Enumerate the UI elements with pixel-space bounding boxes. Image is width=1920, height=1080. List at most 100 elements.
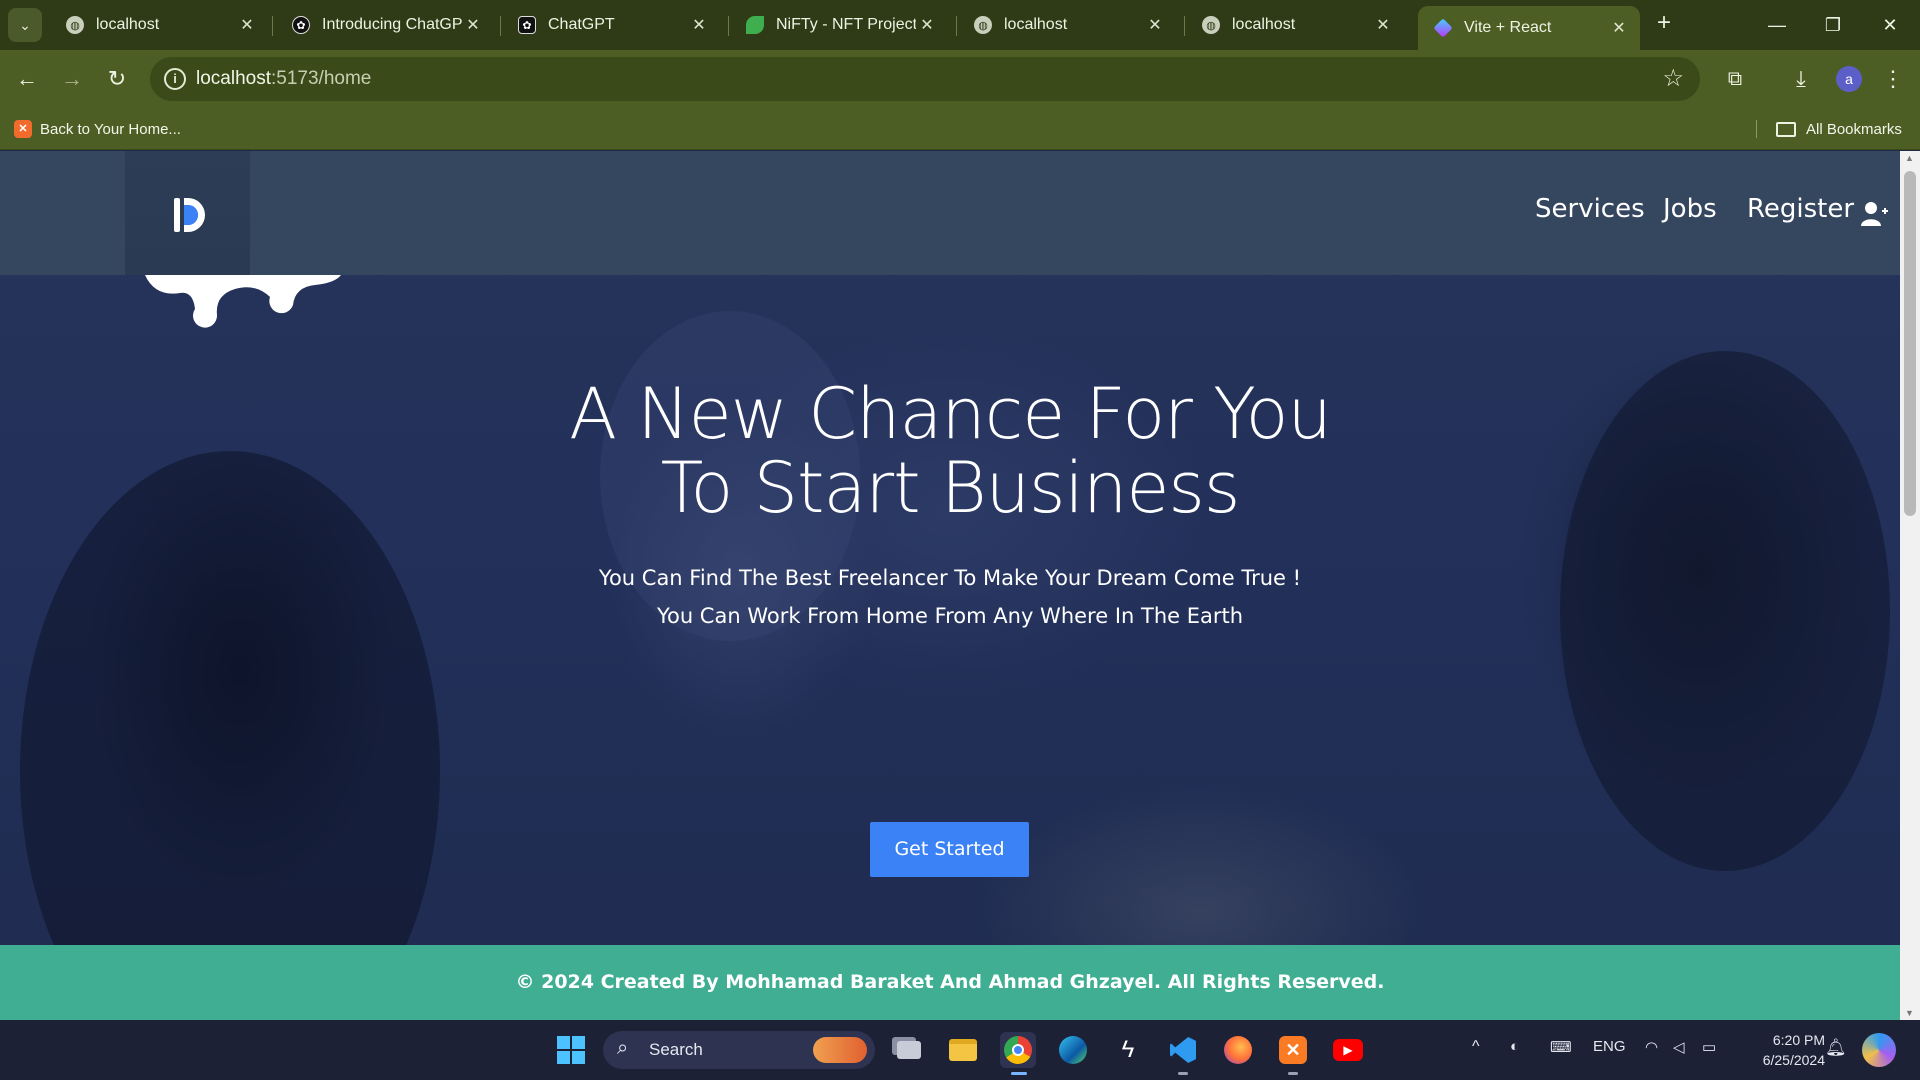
battery-icon[interactable]: ▭ [1702, 1038, 1716, 1056]
person-silhouette-right [1560, 351, 1890, 871]
lightning-icon: ϟ [1121, 1036, 1135, 1063]
cursor-app-taskbar-button[interactable]: ϟ [1110, 1032, 1146, 1068]
plus-icon: + [1656, 9, 1671, 36]
site-footer: © 2024 Created By Mohhamad Baraket And A… [0, 945, 1900, 1020]
youtube-icon: ▶ [1333, 1039, 1363, 1061]
site-info-icon[interactable]: i [164, 68, 186, 90]
tab-localhost-2[interactable]: ◍ localhost ✕ [958, 6, 1176, 44]
firefox-taskbar-button[interactable] [1220, 1032, 1256, 1068]
globe-icon: ◍ [66, 16, 84, 34]
scrollbar-thumb[interactable] [1904, 171, 1916, 516]
edge-taskbar-button[interactable] [1055, 1032, 1091, 1068]
notification-bell-icon[interactable]: 🔔︎ [1825, 1038, 1847, 1058]
start-button[interactable] [553, 1032, 589, 1068]
vscode-icon [1170, 1037, 1196, 1063]
task-view-button[interactable] [891, 1032, 927, 1068]
tab-localhost-1[interactable]: ◍ localhost ✕ [50, 6, 268, 44]
profile-avatar[interactable]: a [1836, 66, 1862, 92]
vscode-taskbar-button[interactable] [1165, 1032, 1201, 1068]
openai-icon: ✿ [518, 16, 536, 34]
taskbar-search-box[interactable]: ⌕ Search [603, 1031, 875, 1069]
scroll-up-icon[interactable]: ▲ [1905, 153, 1914, 163]
file-explorer-button[interactable] [945, 1032, 981, 1068]
extensions-button[interactable]: ⧉ [1718, 62, 1752, 96]
search-highlight-art [813, 1037, 867, 1063]
tab-introducing-chatgpt[interactable]: ✿ Introducing ChatGPT ✕ [276, 6, 494, 44]
nav-services-link[interactable]: Services [1535, 194, 1645, 224]
search-icon: ⌕ [617, 1037, 629, 1059]
chrome-icon [1004, 1036, 1032, 1064]
close-icon[interactable]: ✕ [462, 15, 484, 35]
tab-title: localhost [1232, 16, 1296, 33]
address-bar[interactable]: i localhost:5173/home ☆ [150, 57, 1700, 101]
hero-subtitle-line-2: You Can Work From Home From Any Where In… [656, 604, 1244, 628]
browser-menu-button[interactable]: ⋮ [1876, 62, 1910, 96]
reload-button[interactable]: ↻ [100, 62, 134, 96]
close-icon[interactable]: ✕ [236, 15, 258, 35]
close-icon[interactable]: ✕ [688, 15, 710, 35]
arrow-left-icon: ← [16, 66, 38, 91]
restore-button[interactable]: ❐ [1813, 8, 1853, 42]
wifi-icon[interactable]: ◠ [1645, 1038, 1658, 1056]
tab-localhost-3[interactable]: ◍ localhost ✕ [1186, 6, 1404, 44]
copilot-taskbar-icon[interactable] [1862, 1033, 1896, 1067]
close-icon[interactable]: ✕ [1608, 18, 1630, 38]
forward-button[interactable]: → [55, 62, 89, 96]
person-silhouette-left [20, 451, 440, 1020]
tab-divider [956, 16, 957, 36]
reload-icon: ↻ [107, 66, 127, 91]
task-view-icon [897, 1041, 921, 1059]
taskbar-search-label: Search [649, 1040, 703, 1059]
bookmark-label: Back to Your Home... [40, 120, 181, 138]
chrome-taskbar-button[interactable] [1000, 1032, 1036, 1068]
restore-icon: ❐ [1824, 15, 1842, 35]
volume-icon[interactable]: ◁ [1673, 1038, 1685, 1056]
scroll-down-icon[interactable]: ▼ [1905, 1008, 1914, 1018]
url-host: localhost [196, 68, 271, 89]
nav-register-link[interactable]: Register [1747, 194, 1854, 224]
footer-copyright: © 2024 Created By Mohhamad Baraket And A… [515, 971, 1385, 993]
close-icon[interactable]: ✕ [916, 15, 938, 35]
all-bookmarks-label: All Bookmarks [1806, 120, 1902, 138]
page-scrollbar[interactable]: ▲ ▼ [1900, 151, 1920, 1020]
tab-search-button[interactable]: ⌄ [8, 8, 42, 42]
nav-jobs-link[interactable]: Jobs [1663, 194, 1717, 224]
windows-taskbar: ⌕ Search ϟ ✕ ▶ ^ ◐ ⌨ ENG ◠ ◁ ▭ 6:20 PM 6… [0, 1020, 1920, 1080]
copilot-tray-icon[interactable]: ◐ [1510, 1038, 1519, 1055]
xampp-taskbar-button[interactable]: ✕ [1275, 1032, 1311, 1068]
globe-icon: ◍ [974, 16, 992, 34]
new-tab-button[interactable]: + [1650, 10, 1678, 38]
bookmark-back-home[interactable]: ✕ Back to Your Home... [14, 117, 181, 141]
clock-date: 6/25/2024 [1762, 1052, 1825, 1068]
tab-vite-react[interactable]: Vite + React ✕ [1418, 6, 1640, 50]
all-bookmarks-button[interactable]: All Bookmarks [1776, 117, 1902, 141]
bookmark-star-icon[interactable]: ☆ [1662, 64, 1684, 93]
xampp-icon: ✕ [1279, 1036, 1307, 1064]
back-button[interactable]: ← [10, 62, 44, 96]
chevron-up-icon[interactable]: ^ [1472, 1038, 1480, 1056]
close-icon[interactable]: ✕ [1372, 15, 1394, 35]
downloads-button[interactable]: ⤓ [1784, 62, 1818, 96]
running-app-indicator [1288, 1072, 1298, 1075]
user-plus-icon[interactable] [1861, 201, 1889, 227]
tab-divider [728, 16, 729, 36]
url-path: :5173/home [271, 68, 372, 89]
keyboard-icon[interactable]: ⌨ [1550, 1038, 1572, 1056]
tab-chatgpt[interactable]: ✿ ChatGPT ✕ [502, 6, 720, 44]
close-window-button[interactable]: ✕ [1870, 8, 1910, 42]
youtube-taskbar-button[interactable]: ▶ [1330, 1032, 1366, 1068]
tab-divider [1184, 16, 1185, 36]
tab-title: NiFTy - NFT Project & [776, 16, 916, 33]
minimize-button[interactable]: — [1757, 8, 1797, 42]
address-url[interactable]: localhost:5173/home [196, 68, 371, 90]
close-icon[interactable]: ✕ [1144, 15, 1166, 35]
download-icon: ⤓ [1796, 66, 1806, 91]
site-logo-icon[interactable] [171, 195, 205, 235]
language-indicator[interactable]: ENG [1593, 1038, 1626, 1055]
get-started-button[interactable]: Get Started [870, 822, 1029, 877]
hero-title-line-1: A New Chance For You [569, 373, 1332, 455]
folder-icon [949, 1039, 977, 1061]
xampp-icon: ✕ [14, 120, 32, 138]
tab-nifty[interactable]: NiFTy - NFT Project & ✕ [730, 6, 948, 44]
system-clock[interactable]: 6:20 PM 6/25/2024 [1745, 1030, 1825, 1070]
